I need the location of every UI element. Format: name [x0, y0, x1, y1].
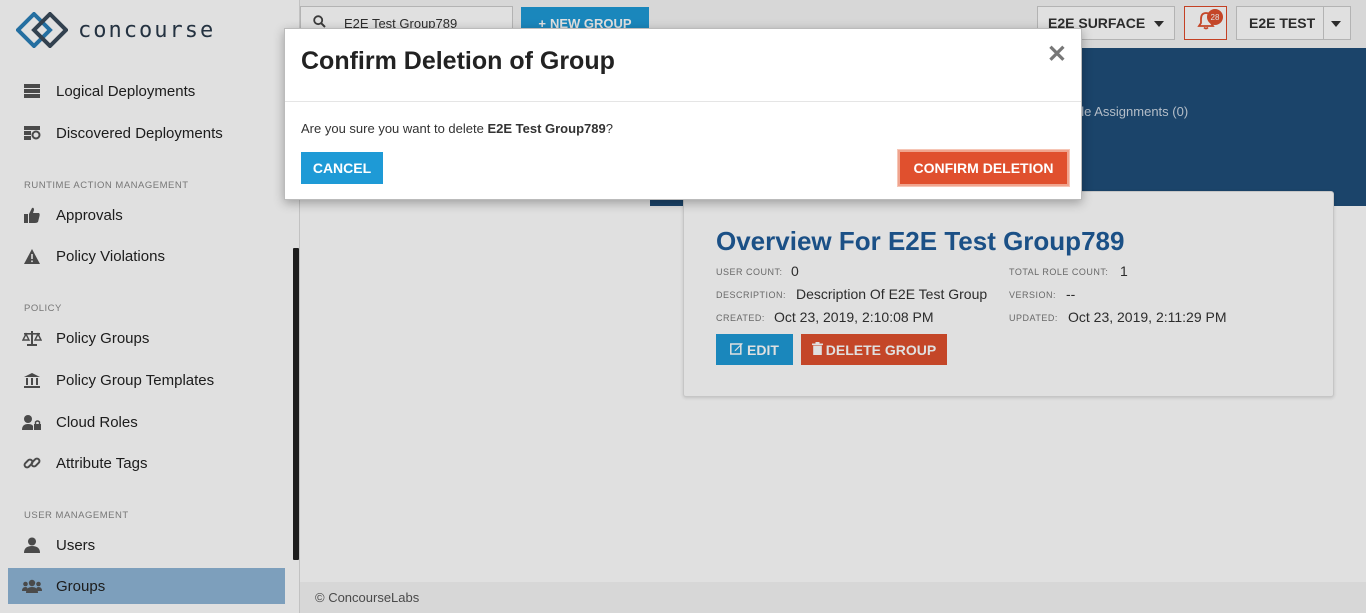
- modal-title: Confirm Deletion of Group: [301, 47, 615, 75]
- modal-message: Are you sure you want to delete E2E Test…: [301, 121, 613, 136]
- message-prefix: Are you sure you want to delete: [301, 121, 488, 136]
- close-icon[interactable]: ✕: [1047, 43, 1067, 67]
- confirm-deletion-button[interactable]: CONFIRM DELETION: [898, 150, 1069, 186]
- group-name: E2E Test Group789: [487, 121, 606, 136]
- cancel-button[interactable]: CANCEL: [301, 152, 383, 184]
- message-suffix: ?: [605, 121, 613, 136]
- divider: [285, 101, 1081, 102]
- confirm-delete-modal: Confirm Deletion of Group ✕ Are you sure…: [284, 28, 1082, 200]
